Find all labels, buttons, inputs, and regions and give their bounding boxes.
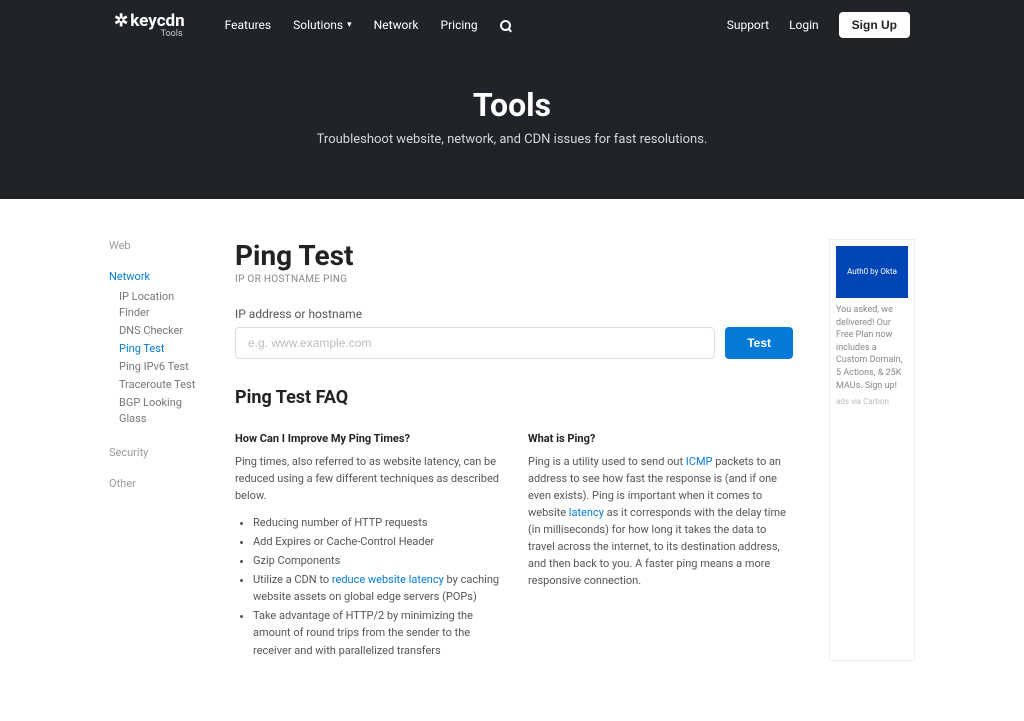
page-subtitle: IP OR HOSTNAME PING xyxy=(235,274,793,285)
faq-q1-list: Reducing number of HTTP requests Add Exp… xyxy=(235,514,500,658)
ad-copy: You asked, we delivered! Our Free Plan n… xyxy=(836,304,908,392)
faq-col-left: How Can I Improve My Ping Times? Ping ti… xyxy=(235,430,500,661)
list-item: Reducing number of HTTP requests xyxy=(253,514,500,531)
faq-title: Ping Test FAQ xyxy=(235,387,793,408)
input-label: IP address or hostname xyxy=(235,307,793,321)
reduce-latency-link[interactable]: reduce website latency xyxy=(332,573,444,586)
sidebar-item-ping-test[interactable]: Ping Test xyxy=(109,340,199,358)
nav-search[interactable] xyxy=(500,20,511,31)
page-title: Ping Test xyxy=(235,239,793,272)
logo[interactable]: ✲keycdn Tools xyxy=(114,11,185,39)
main-content: Web Network IP Location Finder DNS Check… xyxy=(97,199,927,721)
faq-q2-body: Ping is a utility used to send out ICMP … xyxy=(528,453,793,589)
latency-link[interactable]: latency xyxy=(569,506,604,519)
test-button[interactable]: Test xyxy=(725,327,793,359)
ad-image: Auth0 by Okta xyxy=(836,246,908,298)
sidebar-item-ping-ipv6[interactable]: Ping IPv6 Test xyxy=(109,358,199,376)
sidebar-network-heading[interactable]: Network xyxy=(109,270,199,283)
sidebar-item-traceroute[interactable]: Traceroute Test xyxy=(109,376,199,394)
signup-button[interactable]: Sign Up xyxy=(839,12,910,38)
nav-network[interactable]: Network xyxy=(374,18,419,32)
nav-support[interactable]: Support xyxy=(727,18,769,32)
sidebar-item-dns-checker[interactable]: DNS Checker xyxy=(109,322,199,340)
nav-solutions[interactable]: Solutions▾ xyxy=(293,18,352,32)
sidebar-other-heading[interactable]: Other xyxy=(109,477,199,490)
logo-icon: ✲ xyxy=(114,11,128,31)
nav-features[interactable]: Features xyxy=(225,18,271,32)
list-item: Utilize a CDN to reduce website latency … xyxy=(253,571,500,605)
sidebar-web-heading[interactable]: Web xyxy=(109,239,199,252)
icmp-link[interactable]: ICMP xyxy=(686,455,713,468)
top-nav: ✲keycdn Tools Features Solutions▾ Networ… xyxy=(114,0,910,50)
logo-subtitle: Tools xyxy=(114,29,183,39)
nav-pricing[interactable]: Pricing xyxy=(441,18,478,32)
sidebar-security-heading[interactable]: Security xyxy=(109,446,199,459)
faq-q1: How Can I Improve My Ping Times? xyxy=(235,430,500,447)
search-icon xyxy=(500,20,511,31)
sidebar-item-ip-location[interactable]: IP Location Finder xyxy=(109,288,199,322)
hero: Tools Troubleshoot website, network, and… xyxy=(114,50,910,199)
chevron-down-icon: ▾ xyxy=(347,20,352,30)
hero-subtitle: Troubleshoot website, network, and CDN i… xyxy=(114,132,910,147)
list-item: Gzip Components xyxy=(253,552,500,569)
hero-title: Tools xyxy=(114,86,910,124)
ad-attribution[interactable]: ads via Carbon xyxy=(836,396,908,407)
list-item: Add Expires or Cache-Control Header xyxy=(253,533,500,550)
header: ✲keycdn Tools Features Solutions▾ Networ… xyxy=(0,0,1024,199)
faq-col-right: What is Ping? Ping is a utility used to … xyxy=(528,430,793,661)
sidebar-item-bgp[interactable]: BGP Looking Glass xyxy=(109,394,199,428)
ad-box[interactable]: Auth0 by Okta You asked, we delivered! O… xyxy=(829,239,915,661)
center-column: Ping Test IP OR HOSTNAME PING IP address… xyxy=(235,239,793,661)
nav-login[interactable]: Login xyxy=(789,18,819,32)
list-item: Take advantage of HTTP/2 by minimizing t… xyxy=(253,607,500,658)
faq-q1-intro: Ping times, also referred to as website … xyxy=(235,453,500,504)
sidebar: Web Network IP Location Finder DNS Check… xyxy=(109,239,199,661)
hostname-input[interactable] xyxy=(235,327,715,359)
faq-q2: What is Ping? xyxy=(528,430,793,447)
